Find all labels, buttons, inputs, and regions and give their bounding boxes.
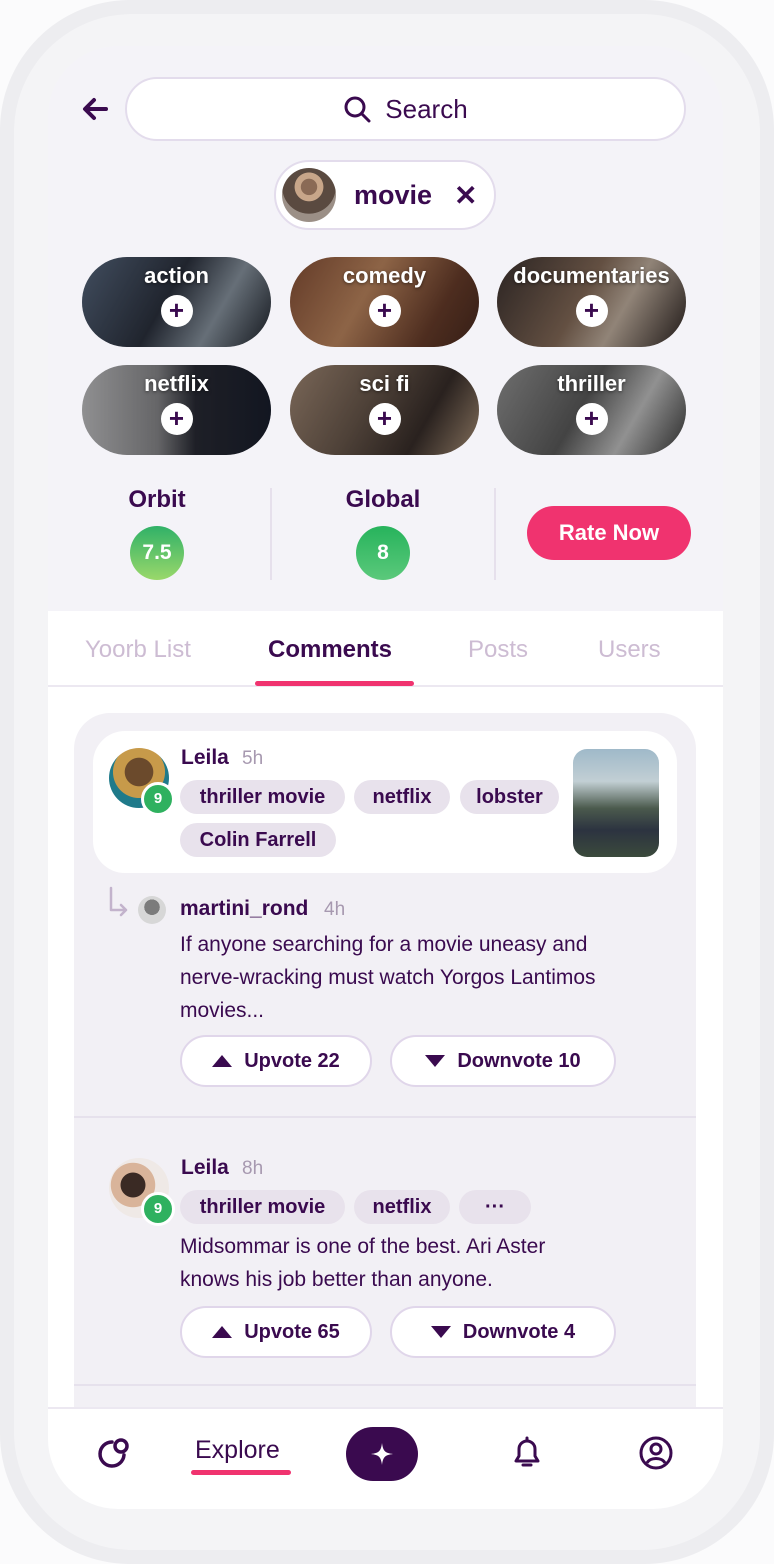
global-score-badge: 8 [356,526,410,580]
movie-thumbnail[interactable] [573,749,659,857]
divider [74,1116,696,1118]
tag-chip[interactable]: netflix [354,1190,450,1224]
create-button[interactable] [346,1427,418,1481]
upvote-button[interactable]: Upvote 65 [180,1306,372,1358]
timestamp: 8h [242,1158,264,1179]
divider [270,488,272,580]
comment-text: Midsommar is one of the best. Ari Aster … [180,1230,545,1296]
close-icon[interactable]: ✕ [454,179,477,212]
comment-line: nerve-wracking must watch Yorgos Lantimo… [180,966,596,989]
username[interactable]: martini_rond [180,897,308,921]
comment-line: knows his job better than anyone. [180,1268,493,1291]
category-label: sci fi [359,371,410,396]
category-label: netflix [144,371,209,396]
tab-bar: Yoorb List Comments Posts Users [48,611,723,687]
bottom-nav: Explore [48,1407,723,1509]
triangle-down-icon [430,1326,451,1338]
downvote-button[interactable]: Downvote 10 [390,1035,616,1087]
timestamp: 5h [242,748,264,769]
tag-chip[interactable]: Colin Farrell [180,823,336,857]
more-tags-button[interactable]: ··· [459,1190,531,1224]
triangle-up-icon [212,1055,233,1067]
tab-comments[interactable]: Comments [268,636,392,664]
comment-text: If anyone searching for a movie uneasy a… [180,928,596,1027]
plus-icon[interactable]: + [575,403,608,435]
search-bar[interactable]: Search [125,77,686,141]
category-label: comedy [342,263,427,288]
app-screen: Search movie ✕ action + comedy + documen… [48,46,723,1509]
search-icon [344,96,371,123]
category-thriller[interactable]: thriller + [497,365,686,455]
reply-arrow-icon [109,886,128,917]
downvote-label: Downvote 10 [457,1049,581,1072]
comment-line: movies... [180,999,265,1022]
divider [74,1384,696,1386]
timestamp: 4h [324,899,346,920]
nav-explore[interactable]: Explore [195,1436,280,1465]
category-label: documentaries [513,263,670,288]
topic-avatar [282,168,336,222]
tag-chip[interactable]: thriller movie [180,1190,345,1224]
category-label: action [144,263,209,288]
orbit-score-badge: 7.5 [130,526,184,580]
category-documentaries[interactable]: documentaries + [497,257,686,347]
category-netflix[interactable]: netflix + [82,365,271,455]
active-tab-indicator [255,681,414,686]
back-arrow-icon[interactable] [78,92,112,126]
avatar[interactable]: 9 [109,1158,175,1226]
level-badge: 9 [141,782,175,816]
category-label: thriller [557,371,626,396]
level-badge: 9 [141,1192,175,1226]
triangle-down-icon [425,1055,446,1067]
tab-posts[interactable]: Posts [468,636,528,664]
sparkle-icon [371,1443,393,1465]
orbit-label: Orbit [128,486,186,513]
plus-icon[interactable]: + [160,295,193,327]
downvote-button[interactable]: Downvote 4 [390,1306,616,1358]
active-nav-indicator [191,1470,291,1475]
triangle-up-icon [212,1326,233,1338]
orbit-icon[interactable] [96,1435,132,1471]
tab-yoorb-list[interactable]: Yoorb List [85,636,191,664]
tag-chip[interactable]: lobster [460,780,559,814]
plus-icon[interactable]: + [160,403,193,435]
comment-line: Midsommar is one of the best. Ari Aster [180,1235,546,1258]
category-sci-fi[interactable]: sci fi + [290,365,479,455]
tab-users[interactable]: Users [598,636,661,664]
plus-icon[interactable]: + [575,295,608,327]
orbit-rating: Orbit 7.5 [110,486,204,580]
downvote-label: Downvote 4 [462,1320,576,1343]
avatar[interactable]: 9 [109,748,175,816]
plus-icon[interactable]: + [368,403,401,435]
username[interactable]: Leila [181,1156,229,1180]
tag-chip[interactable]: netflix [354,780,450,814]
bell-icon[interactable] [510,1435,544,1471]
upvote-label: Upvote 65 [244,1320,340,1343]
search-placeholder: Search [385,93,468,124]
upvote-label: Upvote 22 [244,1049,340,1072]
profile-icon[interactable] [638,1435,674,1471]
category-comedy[interactable]: comedy + [290,257,479,347]
category-action[interactable]: action + [82,257,271,347]
plus-icon[interactable]: + [368,295,401,327]
global-label: Global [345,486,421,513]
username[interactable]: Leila [181,746,229,770]
topic-chip[interactable]: movie ✕ [274,160,496,230]
comment-line: If anyone searching for a movie uneasy a… [180,933,588,956]
avatar[interactable] [138,896,166,924]
tag-chip[interactable]: thriller movie [180,780,345,814]
upvote-button[interactable]: Upvote 22 [180,1035,372,1087]
global-rating: Global 8 [340,486,426,580]
divider [494,488,496,580]
topic-label: movie [354,179,433,210]
rate-now-button[interactable]: Rate Now [527,506,691,560]
